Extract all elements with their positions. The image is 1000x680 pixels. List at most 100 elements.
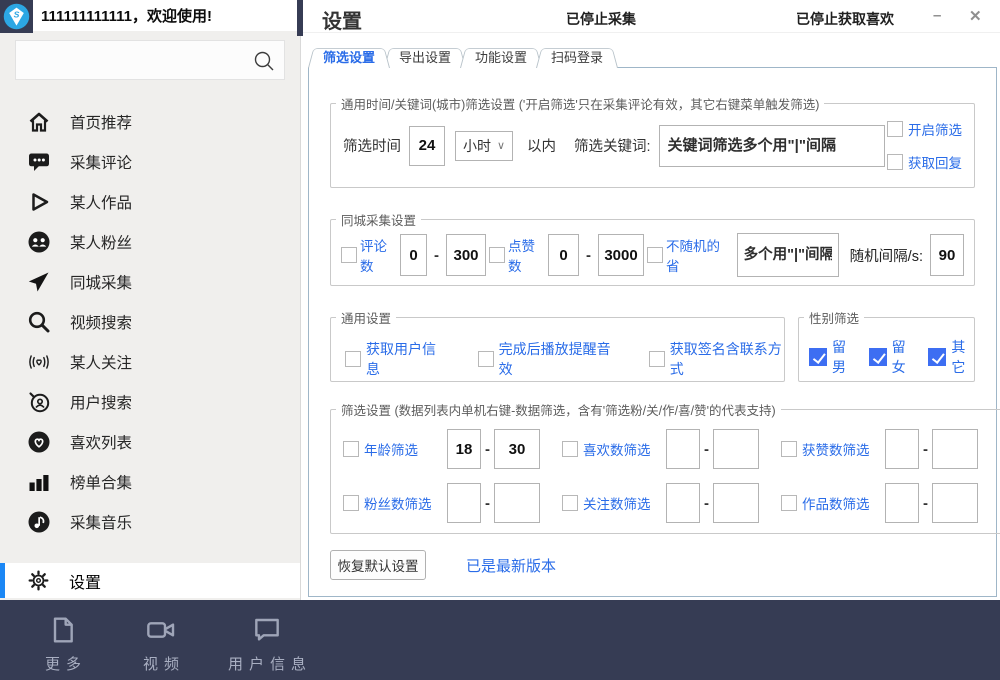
enable-filter-label: 开启筛选 (908, 119, 962, 139)
province-input[interactable] (737, 233, 839, 277)
comment-count-label: 评论数 (360, 235, 397, 275)
speech-bubble-icon (251, 614, 283, 646)
sidebar-item-video-search[interactable]: 视频搜索 (0, 302, 300, 342)
likes-min-input[interactable] (666, 429, 700, 469)
sidebar-item-like-list[interactable]: 喜欢列表 (0, 422, 300, 462)
music-note-icon (27, 510, 51, 534)
fans-filter-group: 粉丝数筛选 - (343, 483, 540, 523)
signature-contact-checkbox[interactable] (649, 351, 665, 367)
comment-count-checkbox[interactable] (341, 247, 357, 263)
sidebar-search (15, 40, 285, 80)
filter-keyword-input[interactable] (659, 125, 885, 167)
age-filter-checkbox[interactable] (343, 441, 359, 457)
praise-filter-checkbox[interactable] (781, 441, 797, 457)
main-header: 设置 已停止采集 已停止获取喜欢 – ✕ (301, 0, 1000, 33)
location-arrow-icon (27, 270, 51, 294)
sidebar-item-city-collect[interactable]: 同城采集 (0, 262, 300, 302)
praise-min-input[interactable] (885, 429, 919, 469)
tab-filter-settings[interactable]: 筛选设置 (308, 45, 390, 68)
fans-min-input[interactable] (447, 483, 481, 523)
get-user-info-option: 获取用户信息 (345, 339, 442, 379)
play-sound-option: 完成后播放提醒音效 (478, 339, 613, 379)
search-icon[interactable] (252, 49, 276, 73)
sidebar-item-label: 首页推荐 (70, 111, 132, 133)
sidebar-item-user-fans[interactable]: 某人粉丝 (0, 222, 300, 262)
fixed-province-checkbox[interactable] (647, 247, 663, 263)
tab-qr-login[interactable]: 扫码登录 (536, 45, 618, 68)
follow-min-input[interactable] (666, 483, 700, 523)
sidebar-item-collect-comments[interactable]: 采集评论 (0, 142, 300, 182)
file-icon (47, 614, 79, 646)
works-filter-checkbox[interactable] (781, 495, 797, 511)
keep-female-checkbox[interactable] (869, 348, 887, 366)
bottom-item-more[interactable]: 更多 (28, 614, 98, 674)
praise-max-input[interactable] (932, 429, 978, 469)
keep-male-checkbox[interactable] (809, 348, 827, 366)
group-legend: 同城采集设置 (336, 210, 421, 229)
enable-filter-checkbox[interactable] (887, 121, 903, 137)
bottom-item-video[interactable]: 视频 (126, 614, 196, 674)
sidebar-item-label: 采集评论 (70, 151, 132, 173)
group-legend: 性别筛选 (804, 308, 864, 327)
version-status-link[interactable]: 已是最新版本 (466, 555, 556, 576)
works-min-input[interactable] (885, 483, 919, 523)
sidebar-item-home-feed[interactable]: 首页推荐 (0, 102, 300, 142)
sidebar-item-user-follows[interactable]: 某人关注 (0, 342, 300, 382)
fans-filter-checkbox[interactable] (343, 495, 359, 511)
settings-tabbar: 筛选设置 导出设置 功能设置 扫码登录 (308, 45, 612, 68)
play-sound-checkbox[interactable] (478, 351, 494, 367)
filter-time-input[interactable] (409, 126, 445, 166)
fans-max-input[interactable] (494, 483, 540, 523)
sidebar: S 111111111111，欢迎使用! 首页推荐 采集评论 (0, 0, 300, 600)
reset-defaults-button[interactable]: 恢复默认设置 (330, 550, 426, 580)
sidebar-item-user-works[interactable]: 某人作品 (0, 182, 300, 222)
tab-function-settings[interactable]: 功能设置 (460, 45, 542, 68)
follow-max-input[interactable] (713, 483, 759, 523)
bottom-item-user-info[interactable]: 用户信息 (212, 614, 322, 674)
like-count-label: 点赞数 (508, 235, 545, 275)
comment-max-input[interactable] (446, 234, 486, 276)
tab-export-settings[interactable]: 导出设置 (384, 45, 466, 68)
keep-male-option: 留男 (809, 337, 855, 377)
sidebar-item-user-search[interactable]: 用户搜索 (0, 382, 300, 422)
sidebar-item-rank-collection[interactable]: 榜单合集 (0, 462, 300, 502)
minimize-button[interactable]: – (933, 7, 941, 24)
play-icon (27, 190, 51, 214)
age-max-input[interactable] (494, 429, 540, 469)
likes-filter-group: 喜欢数筛选 - (562, 429, 759, 469)
works-max-input[interactable] (932, 483, 978, 523)
app-logo: S (0, 0, 33, 33)
keep-other-checkbox[interactable] (928, 348, 946, 366)
general-time-keyword-group: 通用时间/关键词(城市)筛选设置 ('开启筛选'只在采集评论有效，其它右键菜单触… (330, 94, 975, 188)
broadcast-heart-icon (27, 350, 51, 374)
like-min-input[interactable] (548, 234, 579, 276)
get-user-info-checkbox[interactable] (345, 351, 361, 367)
like-count-checkbox[interactable] (489, 247, 505, 263)
comment-min-input[interactable] (400, 234, 427, 276)
enable-filter-option: 开启筛选 (887, 119, 962, 139)
like-max-input[interactable] (598, 234, 644, 276)
random-interval-input[interactable] (930, 234, 964, 276)
keep-female-option: 留女 (869, 337, 915, 377)
time-unit-select[interactable]: 小时 ∨ (455, 131, 513, 161)
filter-time-label: 筛选时间 (343, 135, 401, 156)
sidebar-item-settings[interactable]: 设置 (0, 563, 300, 598)
follow-filter-checkbox[interactable] (562, 495, 578, 511)
filter-keyword-label: 筛选关键词: (574, 135, 651, 156)
range-dash: - (434, 247, 439, 264)
sidebar-divider (300, 0, 301, 600)
gear-icon (27, 569, 50, 592)
close-button[interactable]: ✕ (969, 7, 982, 25)
get-reply-checkbox[interactable] (887, 154, 903, 170)
age-min-input[interactable] (447, 429, 481, 469)
likes-max-input[interactable] (713, 429, 759, 469)
video-camera-icon (145, 614, 177, 646)
fixed-province-label: 不随机的省 (666, 235, 728, 275)
likes-filter-checkbox[interactable] (562, 441, 578, 457)
gender-filter-group: 性别筛选 留男 留女 其它 (798, 308, 975, 382)
sidebar-item-collect-music[interactable]: 采集音乐 (0, 502, 300, 542)
random-interval-label: 随机间隔/s: (850, 245, 923, 266)
data-filter-group: 筛选设置 (数据列表内单机右键-数据筛选，含有'筛选粉/关/作/喜/赞'的代表支… (330, 400, 1000, 534)
search-input[interactable] (16, 41, 284, 79)
sidebar-item-label: 视频搜索 (70, 311, 132, 333)
